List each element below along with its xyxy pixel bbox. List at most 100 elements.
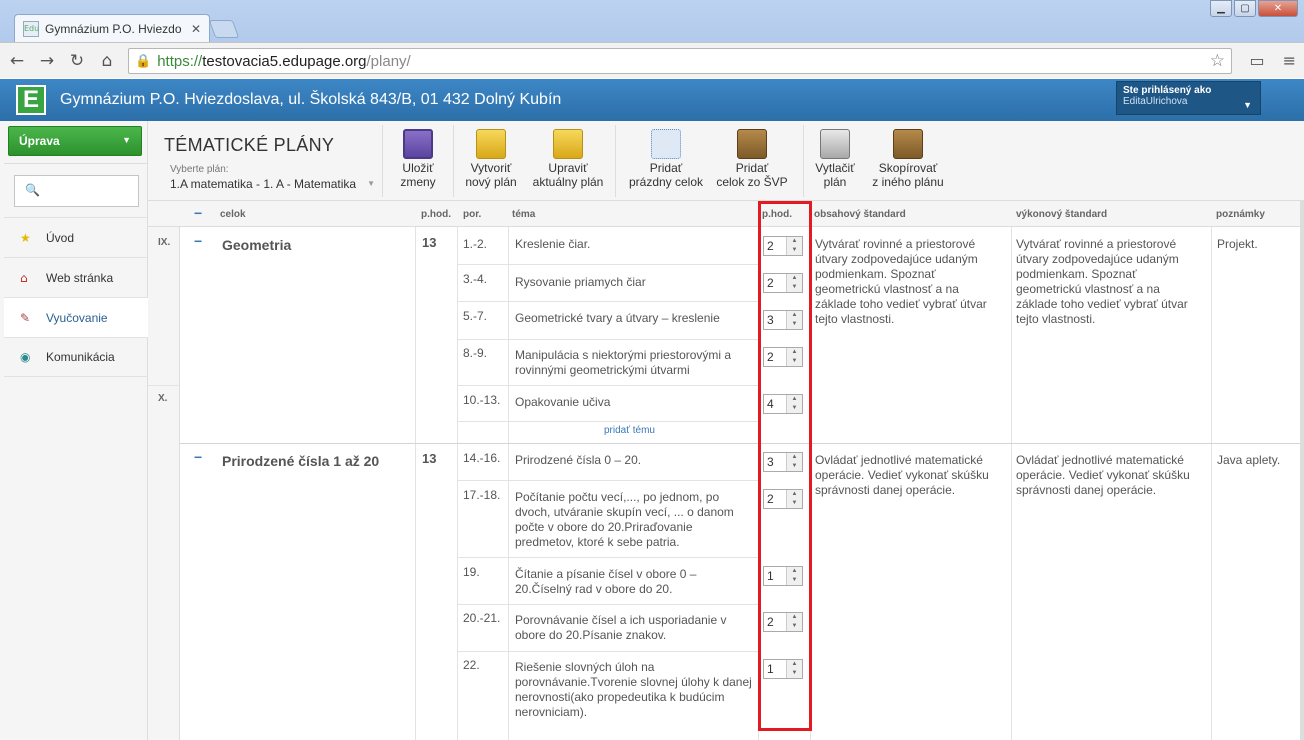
- cast-icon[interactable]: ▭: [1249, 51, 1264, 70]
- divider: [453, 125, 454, 197]
- forward-icon[interactable]: →: [34, 51, 60, 71]
- browser-tab[interactable]: Edu Gymnázium P.O. Hviezdo ✕: [14, 14, 210, 42]
- stepper-arrows-icon[interactable]: ▲ ▼: [786, 311, 802, 329]
- scrollbar[interactable]: [1300, 201, 1304, 740]
- stepper-arrows-icon[interactable]: ▲ ▼: [786, 567, 802, 585]
- stepper-arrows-icon[interactable]: ▲ ▼: [786, 490, 802, 508]
- sidebar-item-web[interactable]: ⌂ Web stránka: [4, 257, 148, 297]
- hours-stepper[interactable]: 1 ▲ ▼: [763, 566, 803, 586]
- stepper-arrows-icon[interactable]: ▲ ▼: [786, 660, 802, 678]
- add-empty-unit-button[interactable]: Pridať prázdny celok: [626, 129, 706, 189]
- plan-select[interactable]: 1.A matematika - 1. A - Matematika ▼: [170, 177, 375, 191]
- topic-order: 17.-18.: [463, 488, 501, 502]
- hours-value: 2: [767, 350, 774, 364]
- minimize-icon[interactable]: ▁: [1210, 0, 1232, 17]
- window-controls: ▁ ▢ ✕: [1210, 0, 1298, 17]
- collapse-unit-icon[interactable]: −: [194, 449, 202, 465]
- stepper-arrows-icon[interactable]: ▲ ▼: [786, 453, 802, 471]
- hours-stepper[interactable]: 2 ▲ ▼: [763, 612, 803, 632]
- col-pozn: poznámky: [1216, 209, 1265, 220]
- topic-name[interactable]: Riešenie slovných úloh na porovnávanie.T…: [515, 660, 753, 720]
- stepper-arrows-icon[interactable]: ▲ ▼: [786, 274, 802, 292]
- home-icon[interactable]: ⌂: [94, 51, 120, 71]
- button-label: Uložiť: [402, 161, 434, 175]
- stepper-arrows-icon[interactable]: ▲ ▼: [786, 237, 802, 255]
- performance-standard[interactable]: Vytvárať rovinné a priestorové útvary zo…: [1016, 237, 1201, 327]
- topic-name[interactable]: Manipulácia s niektorými priestorovými a…: [515, 348, 753, 378]
- user-menu[interactable]: Ste prihlásený ako EditaUlrichova ▼: [1116, 81, 1261, 115]
- edit-plan-button[interactable]: Upraviť aktuálny plán: [530, 129, 606, 189]
- hours-value: 1: [767, 662, 774, 676]
- add-topic-link[interactable]: pridať tému: [604, 425, 655, 436]
- topic-order: 22.: [463, 658, 480, 672]
- topic-name[interactable]: Rysovanie priamych čiar: [515, 275, 753, 290]
- button-label: Vytvoriť: [470, 161, 512, 175]
- url-domain: testovacia5.edupage.org: [202, 52, 367, 70]
- collapse-unit-icon[interactable]: −: [194, 233, 202, 249]
- bookmark-star-icon[interactable]: ☆: [1210, 51, 1225, 71]
- maximize-icon[interactable]: ▢: [1234, 0, 1256, 17]
- divider: [810, 227, 811, 740]
- address-bar[interactable]: 🔒 https:// testovacia5.edupage.org /plan…: [128, 48, 1232, 74]
- hours-stepper[interactable]: 2 ▲ ▼: [763, 489, 803, 509]
- hours-stepper[interactable]: 2 ▲ ▼: [763, 273, 803, 293]
- tab-close-icon[interactable]: ✕: [191, 22, 201, 36]
- back-icon[interactable]: ←: [4, 51, 30, 71]
- plan-table: − celok p.hod. por. téma p.hod. obsahový…: [148, 201, 1304, 740]
- sidebar-item-vyucovanie[interactable]: ✎ Vyučovanie: [4, 297, 148, 337]
- hours-stepper[interactable]: 2 ▲ ▼: [763, 347, 803, 367]
- stepper-arrows-icon[interactable]: ▲ ▼: [786, 395, 802, 413]
- tab-title: Gymnázium P.O. Hviezdo: [45, 21, 182, 36]
- create-plan-button[interactable]: Vytvoriť nový plán: [464, 129, 518, 189]
- sidebar-item-uvod[interactable]: ★ Úvod: [4, 217, 148, 257]
- button-label: prázdny celok: [628, 175, 704, 189]
- table-header: − celok p.hod. por. téma p.hod. obsahový…: [148, 201, 1304, 227]
- print-plan-button[interactable]: Vytlačiť plán: [812, 129, 858, 189]
- content-standard[interactable]: Vytvárať rovinné a priestorové útvary zo…: [815, 237, 1000, 327]
- hours-stepper[interactable]: 4 ▲ ▼: [763, 394, 803, 414]
- note[interactable]: Projekt.: [1217, 237, 1258, 251]
- topic-name[interactable]: Prirodzené čísla 0 – 20.: [515, 453, 753, 468]
- topic-name[interactable]: Porovnávanie čísel a ich usporiadanie v …: [515, 613, 753, 643]
- divider: [457, 385, 758, 386]
- topic-name[interactable]: Geometrické tvary a útvary – kreslenie: [515, 311, 753, 326]
- topic-order: 10.-13.: [463, 393, 501, 407]
- hours-stepper[interactable]: 3 ▲ ▼: [763, 310, 803, 330]
- add-unit-from-svp-button[interactable]: Pridať celok zo ŠVP: [714, 129, 790, 189]
- sidebar-item-komunikacia[interactable]: ◉ Komunikácia: [4, 337, 148, 377]
- content-standard[interactable]: Ovládať jednotlivé matematické operácie.…: [815, 453, 1000, 498]
- menu-icon[interactable]: ≡: [1283, 51, 1296, 70]
- sidebar-menu: ★ Úvod ⌂ Web stránka ✎ Vyučovanie ◉ Komu…: [4, 217, 148, 377]
- search-input[interactable]: 🔍: [14, 175, 139, 207]
- topic-name[interactable]: Kreslenie čiar.: [515, 237, 753, 252]
- hours-stepper[interactable]: 3 ▲ ▼: [763, 452, 803, 472]
- topic-name[interactable]: Opakovanie učiva: [515, 395, 753, 410]
- user-label: Ste prihlásený ako: [1123, 85, 1212, 96]
- edit-dropdown-button[interactable]: Úprava ▼: [8, 126, 142, 156]
- button-label: Pridať: [649, 161, 683, 175]
- performance-standard[interactable]: Ovládať jednotlivé matematické operácie.…: [1016, 453, 1201, 498]
- collapse-all-icon[interactable]: −: [194, 205, 202, 221]
- edupage-logo[interactable]: E: [16, 85, 46, 115]
- col-phod: p.hod.: [421, 209, 451, 220]
- save-button[interactable]: Uložiť zmeny: [398, 129, 438, 189]
- copy-from-plan-button[interactable]: Skopírovať z iného plánu: [868, 129, 948, 189]
- hours-stepper[interactable]: 1 ▲ ▼: [763, 659, 803, 679]
- reload-icon[interactable]: ↻: [64, 51, 90, 71]
- hours-value: 2: [767, 615, 774, 629]
- button-label: aktuálny plán: [532, 175, 604, 189]
- topic-order: 20.-21.: [463, 611, 501, 625]
- topic-name[interactable]: Čítanie a písanie čísel v obore 0 – 20.Č…: [515, 567, 753, 597]
- close-window-icon[interactable]: ✕: [1258, 0, 1298, 17]
- search-icon: 🔍: [25, 183, 40, 197]
- hours-value: 1: [767, 569, 774, 583]
- note[interactable]: Java aplety.: [1217, 453, 1280, 467]
- topic-name[interactable]: Počítanie počtu vecí,..., po jednom, po …: [515, 490, 753, 550]
- edit-button-label: Úprava: [19, 134, 60, 148]
- stepper-arrows-icon[interactable]: ▲ ▼: [786, 613, 802, 631]
- hours-stepper[interactable]: 2 ▲ ▼: [763, 236, 803, 256]
- divider: [508, 227, 509, 740]
- stepper-arrows-icon[interactable]: ▲ ▼: [786, 348, 802, 366]
- new-tab-button[interactable]: [208, 20, 240, 38]
- sidebar: Úprava ▼ 🔍 ★ Úvod ⌂ Web stránka ✎ Vyučov…: [0, 121, 148, 740]
